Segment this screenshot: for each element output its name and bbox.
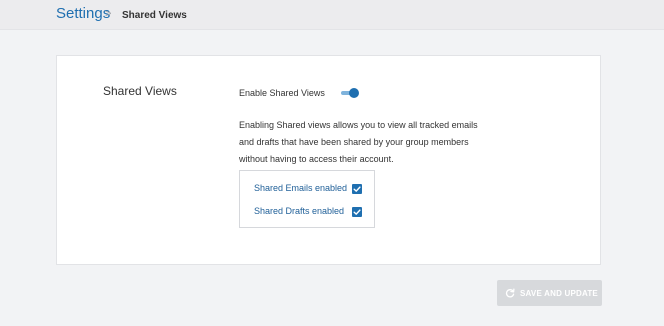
- section-title: Shared Views: [103, 84, 177, 98]
- checkmark-icon: [353, 209, 361, 215]
- description-line: and drafts that have been shared by your…: [239, 137, 469, 147]
- checkmark-icon: [353, 186, 361, 192]
- shared-options-box: Shared Emails enabled Shared Drafts enab…: [239, 170, 375, 228]
- breadcrumb-current: Shared Views: [122, 10, 187, 21]
- breadcrumb-separator: >: [105, 8, 112, 20]
- enable-shared-views-toggle[interactable]: [341, 86, 359, 100]
- shared-emails-checkbox[interactable]: [352, 184, 362, 194]
- shared-drafts-checkbox[interactable]: [352, 207, 362, 217]
- shared-views-card: Shared Views Enable Shared Views Enablin…: [56, 55, 601, 265]
- enable-shared-views-label: Enable Shared Views: [239, 88, 325, 98]
- description-line: without having to access their account.: [239, 154, 394, 164]
- shared-drafts-label: Shared Drafts enabled: [254, 206, 345, 216]
- breadcrumb-settings-link[interactable]: Settings: [56, 5, 110, 22]
- refresh-icon: [505, 288, 515, 298]
- description-line: Enabling Shared views allows you to view…: [239, 120, 478, 130]
- toggle-knob: [349, 88, 359, 98]
- breadcrumb-bar: Settings > Shared Views: [0, 0, 664, 30]
- save-and-update-button[interactable]: SAVE AND UPDATE: [497, 280, 602, 306]
- shared-views-description: Enabling Shared views allows you to view…: [239, 117, 479, 168]
- shared-emails-label: Shared Emails enabled: [254, 183, 348, 193]
- save-button-label: SAVE AND UPDATE: [520, 289, 598, 298]
